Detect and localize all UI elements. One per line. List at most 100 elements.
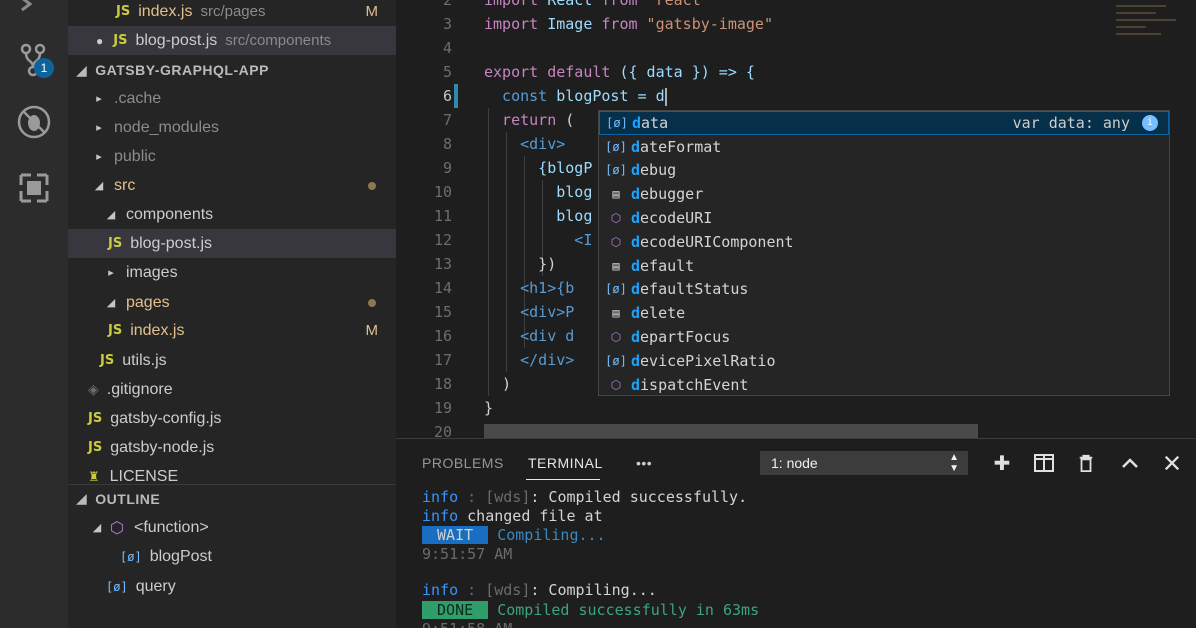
suggestion-item[interactable]: ▤ d ebugger (599, 182, 1169, 206)
tree-item-node-modules[interactable]: ▸ node_modules (68, 113, 396, 142)
variable-icon: [ø] (605, 139, 627, 154)
line-number: 12 (433, 231, 452, 249)
code-line: <div> (484, 135, 566, 153)
code-line: {blogP (484, 159, 593, 177)
wait-badge: WAIT (422, 526, 489, 544)
js-file-icon: JS (88, 411, 103, 426)
minimap[interactable] (1106, 0, 1196, 60)
outline-item-blogpost[interactable]: [ø] blogPost (68, 542, 396, 571)
more-actions-button[interactable]: ••• (636, 455, 652, 471)
info-icon[interactable]: i (1142, 114, 1158, 131)
code-line: </div> (484, 351, 575, 369)
variable-icon: [ø] (606, 115, 628, 130)
suggestion-item[interactable]: [ø] d ebug (599, 159, 1169, 183)
suggestion-item[interactable]: [ø] d ateFormat (599, 135, 1169, 159)
tree-item-gitignore[interactable]: ◈ .gitignore (68, 375, 396, 404)
tree-item-gatsby-node[interactable]: JS gatsby-node.js (68, 433, 396, 462)
autocomplete-widget[interactable]: [ø] d ata var data: any i [ø] d ateFormat [ø] d eb… (598, 110, 1170, 396)
tab-problems[interactable]: PROBLEMS (422, 455, 504, 471)
file-path: src/pages (200, 3, 266, 20)
horizontal-scrollbar[interactable] (484, 424, 978, 438)
suggestion-item[interactable]: ⬡ d ecodeURI (599, 206, 1169, 230)
line-number: 17 (433, 351, 452, 369)
code-line: return ( (484, 111, 575, 129)
function-icon: ⬡ (110, 519, 124, 537)
modified-dot (368, 181, 376, 190)
line-number: 13 (433, 255, 452, 273)
open-editor-blog-post[interactable]: ● JS blog-post.js src/components (68, 26, 396, 55)
tree-item-pages[interactable]: ◢ pages (68, 288, 396, 317)
dropdown-arrow-icon: ▲ ▼ (949, 452, 959, 474)
terminal-selector[interactable]: 1: node ▲ ▼ (760, 451, 968, 475)
chevron-down-icon: ◢ (76, 490, 88, 506)
outline-item-function[interactable]: ◢ ⬡ <function> (68, 513, 396, 542)
terminal-line: 9:51:58 AM (422, 620, 512, 628)
tree-item-index[interactable]: JS index.js M (68, 316, 396, 345)
file-name: index.js (138, 2, 193, 20)
tree-item-utils[interactable]: JS utils.js (68, 346, 396, 375)
close-panel-icon[interactable] (1160, 451, 1184, 475)
line-number: 16 (433, 327, 452, 345)
line-number: 11 (433, 207, 452, 225)
tree-item-cache[interactable]: ▸ .cache (68, 84, 396, 113)
suggestion-item[interactable]: ▤ d efault (599, 254, 1169, 278)
line-number: 18 (433, 375, 452, 393)
code-line: <I (484, 231, 593, 249)
source-control-icon[interactable]: 1 (14, 40, 54, 80)
tree-item-images[interactable]: ▸ images (68, 258, 396, 287)
tree-item-gatsby-config[interactable]: JS gatsby-config.js (68, 404, 396, 433)
modified-dot (368, 298, 376, 307)
explorer-icon[interactable] (14, 0, 54, 22)
js-file-icon: JS (108, 323, 123, 338)
open-editor-index[interactable]: JS index.js src/pages M (68, 0, 396, 26)
file-path: src/components (225, 32, 332, 49)
method-icon: ⬡ (610, 330, 622, 345)
keyword-icon: ▤ (612, 258, 620, 273)
suggestion-detail: var data: any (1012, 113, 1130, 132)
line-number: 4 (442, 39, 452, 57)
suggestion-item[interactable]: ⬡ d ecodeURIComponent (599, 230, 1169, 254)
js-file-icon: JS (116, 4, 131, 19)
terminal-line: info changed file at (422, 507, 603, 525)
tree-item-src[interactable]: ◢ src (68, 171, 396, 200)
suggestion-item[interactable]: ▤ d elete (599, 301, 1169, 325)
suggestion-item[interactable]: ⬡ d epartFocus (599, 325, 1169, 349)
terminal-line: WAIT Compiling... (422, 526, 606, 545)
suggestion-item[interactable]: [ø] d evicePixelRatio (599, 349, 1169, 373)
code-line: blog (484, 207, 593, 225)
split-terminal-icon[interactable] (1032, 451, 1056, 475)
suggestion-item[interactable]: [ø] d efaultStatus (599, 278, 1169, 302)
chevron-down-icon: ◢ (106, 209, 116, 221)
trash-icon[interactable] (1074, 451, 1098, 475)
code-line: const blogPost = d (484, 87, 667, 106)
keyword-icon: ▤ (612, 187, 620, 202)
tree-item-components[interactable]: ◢ components (68, 200, 396, 229)
code-line: import React from 'react' (484, 0, 710, 9)
outline-section-header[interactable]: ◢ OUTLINE (68, 484, 396, 512)
suggestion-item[interactable]: [ø] d ata var data: any i (599, 111, 1169, 135)
maximize-panel-icon[interactable] (1118, 451, 1142, 475)
extensions-icon[interactable] (14, 168, 54, 208)
modified-badge: M (365, 322, 379, 339)
outline-item-query[interactable]: [ø] query (68, 572, 396, 601)
suggestion-item[interactable]: ⬡ d ispatchEvent (599, 373, 1169, 397)
js-file-icon: JS (108, 236, 123, 251)
git-icon: ◈ (88, 381, 99, 397)
explorer-sidebar: JS index.js src/pages M ● JS blog-post.j… (68, 0, 396, 628)
debug-icon[interactable] (14, 102, 54, 142)
variable-icon: [ø] (605, 282, 627, 297)
project-section-header[interactable]: ◢ GATSBY-GRAPHQL-APP (68, 56, 396, 84)
terminal-line: info : [wds]: Compiled successfully. (422, 488, 748, 506)
code-line: ) (484, 375, 512, 393)
tree-item-blog-post[interactable]: JS blog-post.js (68, 229, 396, 258)
keyword-icon: ▤ (612, 306, 620, 321)
chevron-right-icon: ▸ (108, 267, 114, 279)
tab-terminal[interactable]: TERMINAL (528, 455, 603, 471)
chevron-right-icon: ▸ (96, 93, 102, 105)
add-terminal-icon[interactable]: ✚ (990, 451, 1014, 475)
tree-item-public[interactable]: ▸ public (68, 142, 396, 171)
variable-icon: [ø] (120, 549, 142, 564)
line-number: 15 (433, 303, 452, 321)
line-number: 2 (442, 0, 452, 9)
license-icon: ♜ (88, 468, 100, 484)
